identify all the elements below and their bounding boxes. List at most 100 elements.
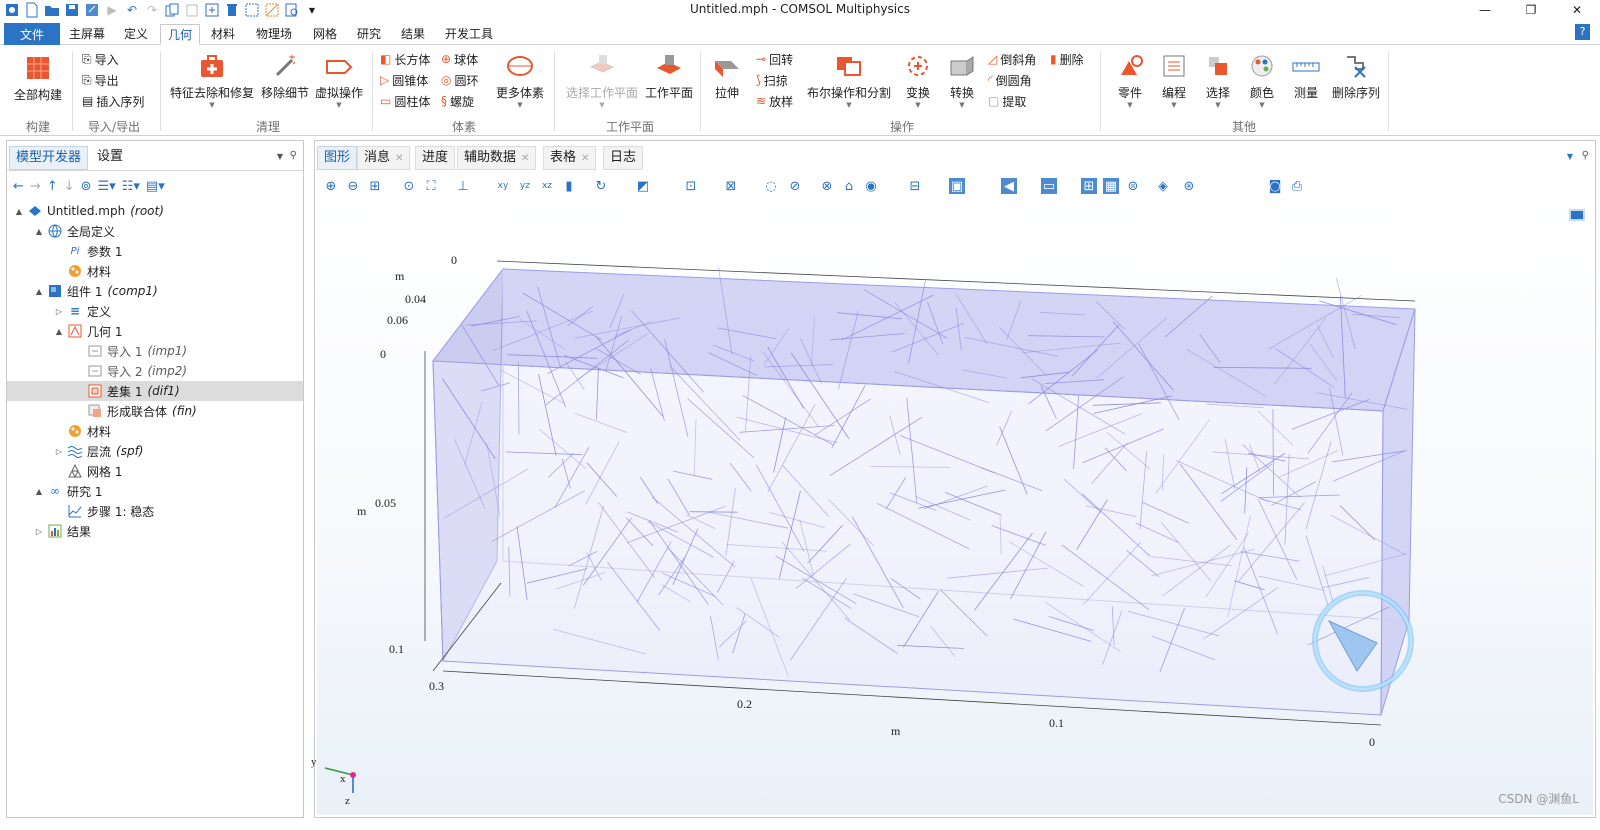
axis-icon[interactable]: ⊛ bbox=[1181, 178, 1197, 194]
tree-node[interactable]: 网格 1 bbox=[7, 461, 303, 481]
grid-icon[interactable]: ⊞ bbox=[1081, 178, 1097, 194]
parts-button[interactable]: 零件 ▼ bbox=[1110, 53, 1150, 109]
helix-button[interactable]: § 螺旋 bbox=[441, 92, 474, 110]
tree-node[interactable]: 材料 bbox=[7, 421, 303, 441]
tree-node[interactable]: 导入 1 (imp1) bbox=[7, 341, 303, 361]
delete-sequence-button[interactable]: 删除序列 bbox=[1330, 53, 1382, 101]
view-settings-icon[interactable]: ◈ bbox=[1155, 178, 1171, 194]
select-box-icon[interactable]: ⊡ bbox=[683, 178, 699, 194]
cylinder-button[interactable]: ▭ 圆柱体 bbox=[380, 92, 430, 110]
down-arrow-icon[interactable]: ↓ bbox=[64, 179, 75, 194]
cone-button[interactable]: ▷ 圆锥体 bbox=[380, 71, 428, 89]
tab-tables[interactable]: 表格 ✕ bbox=[543, 146, 597, 170]
extract-button[interactable]: ▢ 提取 bbox=[988, 92, 1026, 110]
tab-developer[interactable]: 开发工具 bbox=[438, 24, 500, 45]
remove-details-button[interactable]: 移除细节 bbox=[260, 53, 310, 101]
conversions-button[interactable]: 转换 ▼ bbox=[942, 53, 982, 109]
close-icon[interactable]: ✕ bbox=[395, 153, 403, 164]
extrude-button[interactable]: 拉伸 bbox=[708, 53, 746, 101]
graphics-canvas[interactable]: 0 m 0.04 0.06 0 m 0.05 0.1 0.3 0.2 m 0.1… bbox=[311, 201, 1593, 815]
up-arrow-icon[interactable]: ↑ bbox=[47, 179, 58, 194]
tree-toggle-icon[interactable]: ▲ bbox=[53, 327, 65, 336]
file-menu[interactable]: 文件 bbox=[4, 23, 60, 45]
more-primitives-button[interactable]: 更多体素 ▼ bbox=[492, 53, 548, 109]
select-workplane-button[interactable]: 选择工作平面 ▼ bbox=[562, 53, 642, 109]
toggle-grid-icon[interactable]: ▦ bbox=[1103, 178, 1119, 194]
light-icon[interactable]: ◀ bbox=[1001, 178, 1017, 194]
hide-unselected-icon[interactable]: ⌂ bbox=[841, 178, 857, 194]
tree-node[interactable]: ▲ 组件 1 (comp1) bbox=[7, 281, 303, 301]
tree-toggle-icon[interactable]: ▷ bbox=[53, 447, 65, 456]
minimize-icon[interactable]: — bbox=[1462, 0, 1508, 20]
tree-node[interactable]: ▷ 层流 (spf) bbox=[7, 441, 303, 461]
export-button[interactable]: ⎘ 导出 bbox=[82, 71, 119, 89]
pin-icon[interactable]: ⚲ bbox=[1582, 150, 1589, 161]
insert-sequence-button[interactable]: ▤ 插入序列 bbox=[82, 92, 144, 110]
tree-node[interactable]: 材料 bbox=[7, 261, 303, 281]
tree-node[interactable]: ▲ ∞ 研究 1 bbox=[7, 481, 303, 501]
sphere-button[interactable]: ⊕ 球体 bbox=[441, 50, 478, 68]
tree-toggle-icon[interactable]: ▲ bbox=[33, 287, 45, 296]
scene-light-icon[interactable]: ▭ bbox=[1041, 178, 1057, 194]
clear-icon[interactable]: ⊘ bbox=[787, 178, 803, 194]
transforms-button[interactable]: 变换 ▼ bbox=[898, 53, 938, 109]
tab-log[interactable]: 日志 bbox=[603, 146, 644, 170]
geometry-view[interactable] bbox=[317, 201, 1593, 815]
clip-icon[interactable]: ⊜ bbox=[1125, 178, 1141, 194]
tree-node[interactable]: ▷ 结果 bbox=[7, 521, 303, 541]
booleans-button[interactable]: 布尔操作和分割 ▼ bbox=[806, 53, 892, 109]
defeature-button[interactable]: 特征去除和修复 ▼ bbox=[168, 53, 256, 109]
screenshot-camera-icon[interactable]: ◙ bbox=[1267, 178, 1283, 194]
tree-toggle-icon[interactable]: ▷ bbox=[53, 307, 65, 316]
tab-home[interactable]: 主屏幕 bbox=[62, 24, 112, 45]
help-button[interactable]: ? bbox=[1575, 24, 1590, 40]
tab-graphics[interactable]: 图形 bbox=[317, 146, 358, 170]
show-icon[interactable]: ⊚ bbox=[81, 179, 92, 194]
back-arrow-icon[interactable]: ← bbox=[13, 179, 24, 194]
revolve-button[interactable]: ⊸ 回转 bbox=[756, 50, 793, 68]
tree-node[interactable]: ▲ 几何 1 bbox=[7, 321, 303, 341]
deselect-box-icon[interactable]: ⊠ bbox=[723, 178, 739, 194]
expand-icon[interactable]: ☷▾ bbox=[122, 179, 140, 194]
view-indicator-icon[interactable] bbox=[1569, 209, 1585, 221]
zoom-box-icon[interactable]: ⊞ bbox=[367, 178, 383, 194]
zoom-out-icon[interactable]: ⊖ bbox=[345, 178, 361, 194]
view-icon[interactable]: ▮ bbox=[561, 178, 577, 194]
show-all-icon[interactable]: ◉ bbox=[863, 178, 879, 194]
center-icon[interactable]: ⊙ bbox=[401, 178, 417, 194]
select-icon[interactable]: ◌ bbox=[763, 178, 779, 194]
tab-mesh[interactable]: 网格 bbox=[306, 24, 344, 45]
tab-auxiliary-data[interactable]: 辅助数据 ✕ bbox=[457, 146, 537, 170]
close-icon[interactable]: ✕ bbox=[521, 153, 529, 164]
axis-view-icon[interactable]: ⊥ bbox=[455, 178, 471, 194]
build-all-button[interactable]: 全部构建 bbox=[10, 55, 66, 103]
close-icon[interactable]: ✕ bbox=[1554, 0, 1600, 20]
wireframe-icon[interactable]: ⊟ bbox=[907, 178, 923, 194]
tab-model-builder[interactable]: 模型开发器 bbox=[9, 146, 89, 170]
tree-node[interactable]: 形成联合体 (fin) bbox=[7, 401, 303, 421]
rotate-icon[interactable]: ↻ bbox=[593, 178, 609, 194]
programming-button[interactable]: 编程 ▼ bbox=[1154, 53, 1194, 109]
tree-node[interactable]: ▷ ≡ 定义 bbox=[7, 301, 303, 321]
tree-toggle-icon[interactable]: ▲ bbox=[13, 207, 25, 216]
tree-toggle-icon[interactable]: ▲ bbox=[33, 487, 45, 496]
tree-toggle-icon[interactable]: ▷ bbox=[33, 527, 45, 536]
tree-toggle-icon[interactable]: ▲ bbox=[33, 227, 45, 236]
virtual-operations-button[interactable]: 虚拟操作 ▼ bbox=[313, 53, 365, 109]
tree-node[interactable]: 差集 1 (dif1) bbox=[7, 381, 303, 401]
collapse-icon[interactable]: ☰▾ bbox=[98, 179, 116, 194]
tab-materials[interactable]: 材料 bbox=[204, 24, 242, 45]
chamfer-button[interactable]: ◿ 倒斜角 bbox=[988, 50, 1036, 68]
fillet-button[interactable]: ◜ 倒圆角 bbox=[988, 71, 1032, 89]
tab-definitions[interactable]: 定义 bbox=[117, 24, 155, 45]
measure-button[interactable]: 测量 bbox=[1286, 53, 1326, 101]
tree-options-icon[interactable]: ▤▾ bbox=[146, 179, 165, 194]
close-icon[interactable]: ✕ bbox=[581, 153, 589, 164]
hide-icon[interactable]: ⊗ bbox=[819, 178, 835, 194]
tree-node[interactable]: 导入 2 (imp2) bbox=[7, 361, 303, 381]
restore-icon[interactable]: ❐ bbox=[1508, 0, 1554, 20]
sweep-button[interactable]: ⟆ 扫掠 bbox=[756, 71, 788, 89]
workplane-button[interactable]: 工作平面 bbox=[644, 53, 694, 101]
tab-study[interactable]: 研究 bbox=[350, 24, 388, 45]
zoom-in-icon[interactable]: ⊕ bbox=[323, 178, 339, 194]
